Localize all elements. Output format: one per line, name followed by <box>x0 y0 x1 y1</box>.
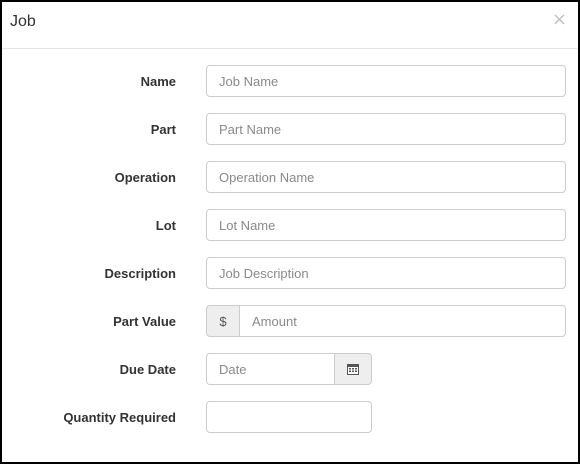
part-name-input[interactable] <box>206 113 566 145</box>
amount-input[interactable] <box>240 305 566 337</box>
due-date-row: Due Date <box>2 353 578 387</box>
quantity-required-label: Quantity Required <box>63 410 176 425</box>
part-value-label: Part Value <box>113 314 176 329</box>
due-date-group <box>206 353 372 385</box>
modal-header: Job × <box>2 2 578 49</box>
currency-prefix: $ <box>206 305 240 337</box>
quantity-required-input[interactable] <box>206 401 372 433</box>
lot-row: Lot <box>2 209 578 243</box>
part-row: Part <box>2 113 578 147</box>
part-label: Part <box>150 122 176 137</box>
quantity-row: Quantity Required <box>2 401 578 435</box>
part-value-group: $ <box>206 305 566 337</box>
calendar-button[interactable] <box>334 353 372 385</box>
name-label: Name <box>140 74 176 89</box>
calendar-icon <box>347 364 359 375</box>
operation-name-input[interactable] <box>206 161 566 193</box>
date-input[interactable] <box>206 353 334 385</box>
job-name-input[interactable] <box>206 65 566 97</box>
modal-title: Job <box>10 13 36 30</box>
operation-row: Operation <box>2 161 578 195</box>
job-modal: Job × Name Part Operation Lot Descriptio… <box>0 0 580 464</box>
description-label: Description <box>104 266 176 281</box>
lot-label: Lot <box>155 218 176 233</box>
job-description-input[interactable] <box>206 257 566 289</box>
close-icon[interactable]: × <box>552 11 567 29</box>
due-date-label: Due Date <box>119 362 176 377</box>
lot-name-input[interactable] <box>206 209 566 241</box>
name-row: Name <box>2 65 578 99</box>
description-row: Description <box>2 257 578 291</box>
part-value-row: Part Value $ <box>2 305 578 339</box>
operation-label: Operation <box>114 170 176 185</box>
